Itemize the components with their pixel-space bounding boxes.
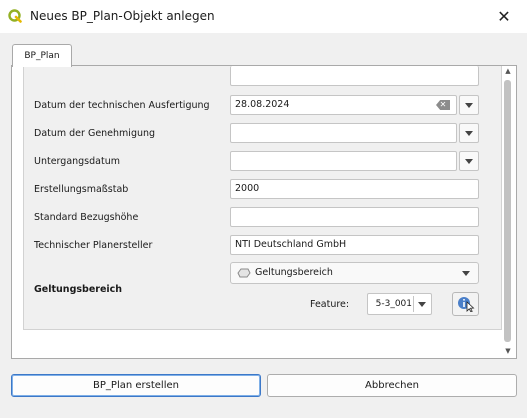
dropdown-genehmigung[interactable] (459, 123, 479, 143)
label-untergangsdatum: Untergangsdatum (34, 156, 120, 167)
create-button-label: BP_Plan erstellen (93, 380, 179, 391)
chevron-down-icon (418, 302, 426, 307)
date-field-genehmigung[interactable] (230, 123, 457, 143)
qgis-icon (8, 9, 22, 23)
field-previous[interactable] (230, 66, 479, 86)
close-button[interactable]: ✕ (481, 0, 527, 33)
chevron-down-icon (465, 130, 473, 136)
identify-feature-button[interactable] (452, 292, 479, 316)
label-technischer-planersteller: Technischer Planersteller (34, 240, 153, 251)
label-feature: Feature: (310, 299, 350, 310)
scroll-up-icon[interactable]: ▲ (502, 67, 514, 77)
tab-label: BP_Plan (24, 51, 60, 61)
label-standard-bezugshoehe: Standard Bezugshöhe (34, 212, 139, 223)
chevron-down-icon (465, 158, 473, 164)
title-bar: Neues BP_Plan-Objekt anlegen ✕ (0, 0, 527, 33)
polygon-icon (237, 268, 251, 278)
label-geltungsbereich: Geltungsbereich (34, 284, 123, 295)
label-datum-technische-ausfertigung: Datum der technischen Ausfertigung (34, 100, 210, 111)
input-erstellungsmassstab[interactable]: 2000 (230, 179, 479, 199)
cancel-button-label: Abbrechen (365, 380, 419, 391)
label-erstellungsmassstab: Erstellungsmaßstab (34, 184, 129, 195)
feature-select[interactable]: 001_5-3 (367, 293, 432, 315)
identify-feature-icon (457, 297, 474, 312)
input-standard-bezugshoehe[interactable] (230, 207, 479, 227)
geometry-type-value: Geltungsbereich (255, 267, 333, 278)
scroll-thumb[interactable] (504, 80, 511, 342)
scroll-down-icon[interactable]: ▼ (502, 347, 514, 357)
cancel-button[interactable]: Abbrechen (267, 374, 517, 397)
chevron-down-icon (462, 271, 470, 276)
label-datum-genehmigung: Datum der Genehmigung (34, 128, 156, 139)
geometry-type-combo[interactable]: Geltungsbereich (230, 262, 479, 284)
dropdown-technische-ausfertigung[interactable] (459, 95, 479, 115)
feature-divider (413, 296, 414, 312)
close-icon: ✕ (497, 7, 511, 26)
date-field-untergangsdatum[interactable] (230, 151, 457, 171)
feature-value: 001_5-3 (375, 299, 412, 309)
clear-icon[interactable]: ✕ (436, 100, 450, 110)
vertical-scrollbar[interactable]: ▲ ▼ (502, 66, 514, 358)
input-technischer-planersteller[interactable]: NTI Deutschland GmbH (230, 235, 479, 255)
dropdown-untergangsdatum[interactable] (459, 151, 479, 171)
tab-bp-plan[interactable]: BP_Plan (12, 44, 72, 67)
date-field-technische-ausfertigung[interactable]: 28.08.2024 ✕ (230, 95, 457, 115)
chevron-down-icon (465, 102, 473, 108)
window-title: Neues BP_Plan-Objekt anlegen (30, 9, 215, 23)
create-bp-plan-button[interactable]: BP_Plan erstellen (11, 374, 261, 397)
date-value: 28.08.2024 (235, 99, 290, 110)
